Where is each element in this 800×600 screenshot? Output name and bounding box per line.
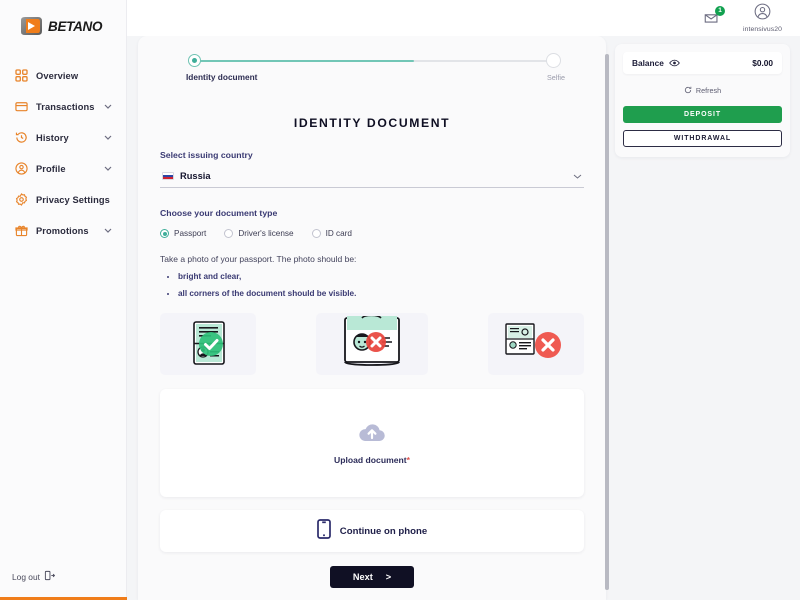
issuing-country-select[interactable]: Russia	[160, 166, 584, 188]
radio-indicator	[160, 229, 169, 238]
stepper-label-current: Identity document	[186, 72, 258, 82]
history-icon	[14, 130, 29, 145]
chevron-right-icon: >	[385, 572, 392, 583]
logout-icon	[44, 568, 56, 586]
chevron-down-icon[interactable]	[104, 165, 112, 173]
topbar: 1 intensivus20	[127, 0, 800, 36]
avatar	[754, 3, 771, 25]
chevron-down-icon[interactable]	[104, 227, 112, 235]
brand-name: BETANO	[48, 18, 103, 34]
stepper-progress	[196, 60, 414, 62]
radio-label: Passport	[174, 229, 207, 238]
deposit-button[interactable]: DEPOSIT	[623, 106, 782, 123]
next-button-wrap: Next >	[160, 566, 584, 589]
chevron-down-icon	[573, 172, 582, 181]
content-scrollbar-thumb[interactable]	[605, 54, 609, 590]
username-label: intensivus20	[743, 26, 782, 33]
content-column: Identity document Selfie IDENTITY DOCUME…	[127, 36, 615, 600]
refresh-label: Refresh	[695, 85, 722, 95]
sidebar-item-privacy-settings[interactable]: Privacy Settings	[0, 184, 126, 215]
radio-indicator	[224, 229, 234, 238]
kyc-stepper: Identity document Selfie	[186, 53, 565, 88]
sidebar-item-label: Promotions	[36, 225, 89, 236]
phone-icon	[316, 518, 331, 544]
continue-on-phone-button[interactable]: Continue on phone	[160, 510, 584, 553]
sidebar-item-history[interactable]: History	[0, 122, 126, 153]
stepper-label-next: Selfie	[547, 73, 565, 82]
sidebar-item-profile[interactable]: Profile	[0, 153, 126, 184]
page-title: IDENTITY DOCUMENT	[293, 116, 451, 130]
person-icon	[14, 161, 29, 176]
eye-icon[interactable]	[669, 59, 680, 67]
balance-label: Balance	[632, 58, 664, 68]
app-root: BETANO Overview Transactions History Pro…	[0, 0, 800, 600]
stepper-dot-selfie[interactable]	[546, 53, 561, 68]
chevron-down-icon[interactable]	[104, 134, 112, 142]
radio-option-drivers-license[interactable]: Driver's license	[224, 229, 294, 238]
sidebar-item-label: History	[36, 132, 69, 143]
required-marker: *	[406, 454, 410, 465]
photo-requirements-list: bright and clear, all corners of the doc…	[160, 272, 584, 299]
upload-document-label: Upload document*	[334, 455, 410, 465]
radio-label: ID card	[325, 229, 352, 238]
cloud-upload-icon	[358, 422, 386, 448]
sidebar-item-label: Profile	[36, 163, 66, 174]
main-area: Identity document Selfie IDENTITY DOCUME…	[127, 0, 800, 600]
user-menu[interactable]: intensivus20	[743, 3, 782, 33]
messages-badge: 1	[715, 6, 726, 16]
refresh-balance-button[interactable]: Refresh	[623, 81, 782, 99]
sidebar-item-overview[interactable]: Overview	[0, 60, 126, 91]
logout-button[interactable]: Log out	[12, 568, 56, 586]
withdrawal-button[interactable]: WITHDRAWAL	[623, 130, 782, 147]
upload-document-dropzone[interactable]: Upload document*	[160, 389, 584, 498]
gift-icon	[14, 223, 29, 238]
chevron-down-icon[interactable]	[104, 103, 112, 111]
brand-logo[interactable]: BETANO	[0, 0, 126, 50]
next-button-label: Next	[352, 572, 373, 583]
sidebar-nav: Overview Transactions History Profile Pr…	[0, 60, 126, 246]
country-field-label: Select issuing country	[160, 150, 253, 160]
balance-amount: $0.00	[752, 58, 773, 68]
grid-icon	[14, 68, 29, 83]
list-item: bright and clear,	[178, 272, 584, 283]
blurry-document-example	[488, 313, 584, 376]
radio-label: Driver's license	[238, 229, 294, 238]
radio-option-passport[interactable]: Passport	[160, 229, 206, 238]
sidebar-item-promotions[interactable]: Promotions	[0, 215, 126, 246]
document-type-label: Choose your document type	[160, 208, 278, 218]
wallet-card: Balance $0.00 Refresh DEPOSIT WITHDRAWAL	[615, 44, 790, 157]
balance-row: Balance $0.00	[623, 52, 782, 74]
kyc-card: Identity document Selfie IDENTITY DOCUME…	[138, 36, 606, 600]
content-scrollbar-track[interactable]	[605, 54, 609, 590]
example-images	[160, 313, 584, 376]
radio-option-id-card[interactable]: ID card	[311, 229, 352, 238]
sidebar-item-transactions[interactable]: Transactions	[0, 91, 126, 122]
wallet-column: Balance $0.00 Refresh DEPOSIT WITHDRAWAL	[615, 36, 800, 600]
issuing-country-value: Russia	[180, 171, 211, 181]
radio-indicator	[311, 229, 321, 238]
russia-flag-icon	[162, 172, 174, 180]
good-document-example	[160, 313, 256, 376]
sidebar-item-label: Transactions	[36, 101, 95, 112]
sidebar: BETANO Overview Transactions History Pro…	[0, 0, 127, 600]
sidebar-item-label: Overview	[36, 70, 79, 81]
kyc-form: Select issuing country Russia Choose you…	[138, 150, 606, 589]
document-type-radio-group: Passport Driver's license ID card	[160, 229, 584, 238]
stepper-dot-identity-document[interactable]	[188, 54, 201, 67]
sidebar-item-label: Privacy Settings	[36, 194, 110, 205]
card-icon	[14, 99, 29, 114]
list-item: all corners of the document should be vi…	[178, 289, 584, 300]
betano-logo-icon	[18, 16, 44, 36]
cropped-document-example	[316, 313, 428, 376]
messages-button[interactable]: 1	[703, 6, 726, 27]
upload-label-text: Upload document	[334, 454, 407, 465]
refresh-icon	[684, 81, 692, 99]
logout-label: Log out	[12, 572, 40, 582]
continue-on-phone-label: Continue on phone	[339, 525, 428, 537]
gear-icon	[14, 192, 29, 207]
photo-hint-text: Take a photo of your passport. The photo…	[160, 254, 357, 264]
next-button[interactable]: Next >	[330, 566, 414, 589]
